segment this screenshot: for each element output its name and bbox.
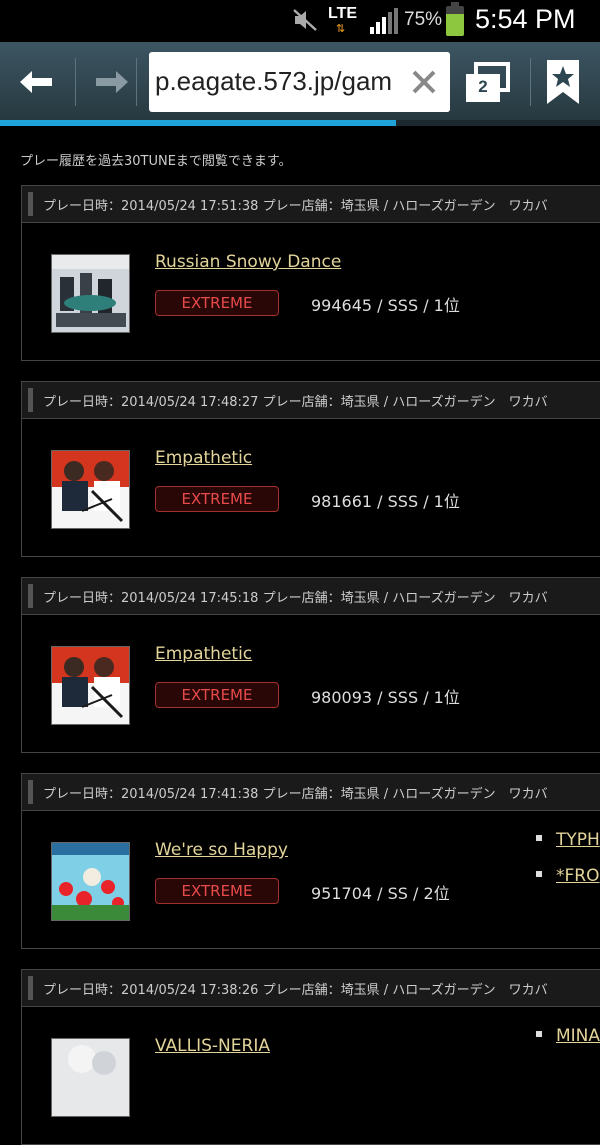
battery-percent: 75% xyxy=(404,9,443,30)
song-jacket-image[interactable] xyxy=(51,254,130,333)
difficulty-badge: EXTREME xyxy=(155,290,279,316)
related-link-text[interactable]: MINA xyxy=(556,1026,600,1046)
toolbar-divider xyxy=(530,58,531,106)
back-arrow-icon xyxy=(20,71,52,93)
score-rank: 980093 / SSS / 1位 xyxy=(311,688,460,707)
song-title-link[interactable]: We're so Happy xyxy=(155,840,288,860)
play-datetime-shop: プレー日時：2014/05/24 17:38:26 プレー店舗：埼玉県 / ハロ… xyxy=(43,983,548,998)
back-button[interactable] xyxy=(14,60,58,104)
bookmark-button[interactable] xyxy=(545,58,581,106)
toolbar-divider xyxy=(136,58,137,106)
play-record: プレー日時：2014/05/24 17:51:38 プレー店舗：埼玉県 / ハロ… xyxy=(21,185,600,361)
related-link[interactable]: *FRO xyxy=(536,866,599,886)
play-record-header: プレー日時：2014/05/24 17:51:38 プレー店舗：埼玉県 / ハロ… xyxy=(22,186,600,223)
song-title-link[interactable]: VALLIS-NERIA xyxy=(155,1036,270,1056)
clear-url-button[interactable] xyxy=(398,52,450,112)
play-datetime-shop: プレー日時：2014/05/24 17:48:27 プレー店舗：埼玉県 / ハロ… xyxy=(43,395,548,410)
difficulty-badge: EXTREME xyxy=(155,486,279,512)
play-datetime-shop: プレー日時：2014/05/24 17:51:38 プレー店舗：埼玉県 / ハロ… xyxy=(43,199,548,214)
score-rank: 981661 / SSS / 1位 xyxy=(311,492,460,511)
related-link-text[interactable]: TYPH xyxy=(556,830,600,850)
play-record-header: プレー日時：2014/05/24 17:38:26 プレー店舗：埼玉県 / ハロ… xyxy=(22,970,600,1007)
play-record-header: プレー日時：2014/05/24 17:48:27 プレー店舗：埼玉県 / ハロ… xyxy=(22,382,600,419)
related-link[interactable]: MINA xyxy=(536,1026,600,1046)
clock: 5:54 PM xyxy=(475,4,576,34)
play-record: プレー日時：2014/05/24 17:41:38 プレー店舗：埼玉県 / ハロ… xyxy=(21,773,600,949)
tabs-button[interactable]: 2 xyxy=(464,62,514,104)
close-icon xyxy=(412,70,436,94)
score-rank: 951704 / SS / 2位 xyxy=(311,884,450,903)
status-bar: LTE ⇅ 75% 5:54 PM xyxy=(0,0,600,42)
play-record-header: プレー日時：2014/05/24 17:41:38 プレー店舗：埼玉県 / ハロ… xyxy=(22,774,600,811)
song-jacket-image[interactable] xyxy=(51,646,130,725)
related-link-text[interactable]: *FRO xyxy=(556,866,599,886)
play-history-page: プレー履歴を過去30TUNEまで閲覧できます。 プレー日時：2014/05/24… xyxy=(0,126,600,1145)
play-record: プレー日時：2014/05/24 17:45:18 プレー店舗：埼玉県 / ハロ… xyxy=(21,577,600,753)
play-record: プレー日時：2014/05/24 17:48:27 プレー店舗：埼玉県 / ハロ… xyxy=(21,381,600,557)
play-datetime-shop: プレー日時：2014/05/24 17:41:38 プレー店舗：埼玉県 / ハロ… xyxy=(43,787,548,802)
forward-arrow-icon xyxy=(96,71,128,93)
forward-button[interactable] xyxy=(90,60,134,104)
battery-icon xyxy=(446,6,464,36)
difficulty-badge: EXTREME xyxy=(155,878,279,904)
history-intro-text: プレー履歴を過去30TUNEまで閲覧できます。 xyxy=(20,154,292,169)
song-title-link[interactable]: Russian Snowy Dance xyxy=(155,252,341,272)
song-title-link[interactable]: Empathetic xyxy=(155,448,252,468)
song-jacket-image[interactable] xyxy=(51,1038,130,1117)
bookmark-star-icon xyxy=(547,60,579,104)
signal-icon xyxy=(370,8,400,38)
bullet-icon xyxy=(536,1031,542,1037)
score-rank: 994645 / SSS / 1位 xyxy=(311,296,460,315)
play-record: プレー日時：2014/05/24 17:38:26 プレー店舗：埼玉県 / ハロ… xyxy=(21,969,600,1145)
network-type-label: LTE xyxy=(328,5,358,22)
toolbar-divider xyxy=(75,58,76,106)
browser-toolbar: p.eagate.573.jp/gam 2 xyxy=(0,42,600,122)
song-title-link[interactable]: Empathetic xyxy=(155,644,252,664)
related-link[interactable]: TYPH xyxy=(536,830,600,850)
tab-count: 2 xyxy=(469,75,497,99)
song-jacket-image[interactable] xyxy=(51,842,130,921)
bullet-icon xyxy=(536,871,542,877)
play-datetime-shop: プレー日時：2014/05/24 17:45:18 プレー店舗：埼玉県 / ハロ… xyxy=(43,591,548,606)
mute-icon xyxy=(292,8,318,36)
bullet-icon xyxy=(536,835,542,841)
difficulty-badge: EXTREME xyxy=(155,682,279,708)
url-text[interactable]: p.eagate.573.jp/gam xyxy=(155,66,392,97)
play-record-header: プレー日時：2014/05/24 17:45:18 プレー店舗：埼玉県 / ハロ… xyxy=(22,578,600,615)
data-activity-icon: ⇅ xyxy=(336,22,346,35)
song-jacket-image[interactable] xyxy=(51,450,130,529)
address-bar[interactable]: p.eagate.573.jp/gam xyxy=(149,52,450,112)
